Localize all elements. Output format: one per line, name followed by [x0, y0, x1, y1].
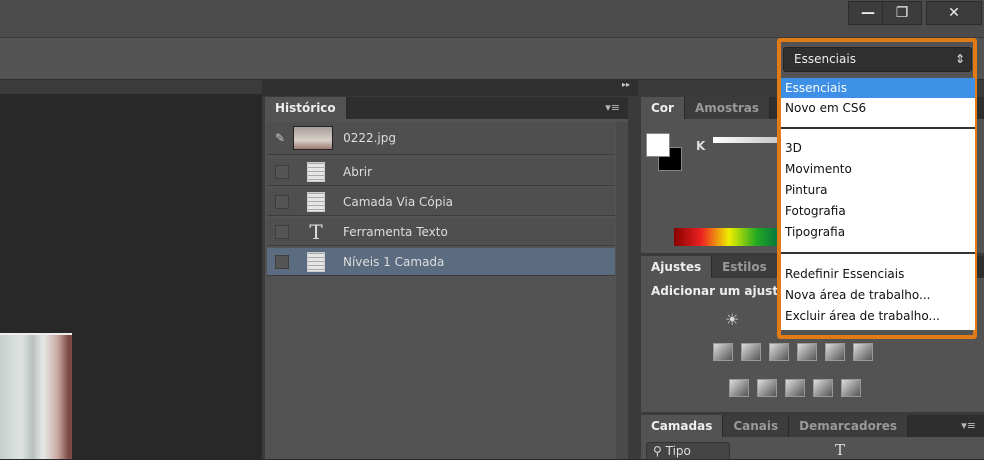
history-checkbox[interactable]	[275, 254, 289, 269]
foreground-color-swatch[interactable]	[646, 133, 670, 157]
history-item-selected[interactable]: Níveis 1 Camada	[267, 248, 615, 276]
tab-camadas[interactable]: Camadas	[641, 415, 724, 437]
restore-button[interactable]: ❐	[882, 1, 922, 25]
document-icon	[307, 161, 325, 182]
history-snapshot[interactable]: ✎ 0222.jpg	[267, 122, 615, 155]
menu-item-tipografia[interactable]: Tipografia	[781, 222, 975, 242]
title-bar: — ❐ ✕	[0, 0, 984, 38]
document-icon	[307, 251, 325, 272]
menu-item-redefinir[interactable]: Redefinir Essenciais	[781, 264, 975, 284]
snapshot-label: 0222.jpg	[343, 131, 396, 145]
posterize-icon[interactable]	[757, 379, 777, 397]
text-filter-icon[interactable]: T	[835, 441, 845, 459]
document-icon	[307, 191, 325, 212]
color-lookup-icon[interactable]	[853, 343, 873, 361]
tab-ajustes[interactable]: Ajustes	[641, 256, 713, 278]
history-item-label: Camada Via Cópia	[343, 194, 454, 209]
menu-item-pintura[interactable]: Pintura	[781, 180, 975, 200]
adjustment-icons-row-2	[725, 379, 865, 400]
text-icon: T	[309, 219, 323, 244]
menu-divider	[781, 252, 975, 254]
workspace-select[interactable]: Essenciais ⇕	[783, 47, 972, 72]
history-scrollbar[interactable]	[616, 122, 628, 459]
snapshot-thumbnail	[293, 126, 334, 150]
panel-menu-icon[interactable]: ▾≡	[961, 419, 976, 432]
layer-filter-select[interactable]: ⚲ Tipo	[646, 442, 730, 460]
filter-label: Tipo	[665, 444, 691, 458]
tab-cor[interactable]: Cor	[641, 97, 685, 119]
document-tab-strip	[0, 80, 262, 94]
menu-item-fotografia[interactable]: Fotografia	[781, 201, 975, 221]
levels-icon[interactable]	[713, 343, 733, 361]
menu-item-essenciais[interactable]: Essenciais	[781, 78, 975, 98]
black-white-icon[interactable]	[769, 343, 789, 361]
history-panel: Histórico ▾≡ ✎ 0222.jpg Abrir Camada Via…	[265, 97, 628, 459]
menu-item-excluir-area[interactable]: Excluir área de trabalho...	[781, 306, 975, 326]
select-arrows-icon: ⇕	[954, 52, 965, 66]
tab-amostras[interactable]: Amostras	[684, 97, 771, 119]
history-brush-icon[interactable]: ✎	[275, 131, 285, 145]
collapse-panels-icon[interactable]: ▸▸	[262, 80, 638, 96]
workspace-selected-label: Essenciais	[794, 52, 856, 66]
panel-menu-icon[interactable]: ▾≡	[605, 101, 620, 114]
tab-demarcadores[interactable]: Demarcadores	[789, 415, 909, 437]
menu-divider	[781, 127, 975, 129]
tab-estilos[interactable]: Estilos	[712, 256, 778, 278]
adjustment-icons-row-1	[709, 343, 877, 364]
history-item[interactable]: Abrir	[267, 158, 615, 186]
photo-filter-icon[interactable]	[797, 343, 817, 361]
workspace-dropdown: Essenciais Novo em CS6 3D Movimento Pint…	[781, 78, 975, 330]
layers-panel: Camadas Canais Demarcadores ▾≡ ⚲ Tipo T	[641, 415, 984, 460]
menu-item-movimento[interactable]: Movimento	[781, 159, 975, 179]
adjustments-title: Adicionar um ajuste	[651, 284, 787, 298]
search-icon: ⚲	[653, 444, 662, 458]
tab-canais[interactable]: Canais	[723, 415, 790, 437]
menu-item-3d[interactable]: 3D	[781, 138, 975, 158]
color-ramp[interactable]	[674, 228, 784, 246]
history-item-label: Níveis 1 Camada	[343, 254, 445, 269]
history-item-label: Ferramenta Texto	[343, 224, 448, 239]
history-item-label: Abrir	[343, 164, 373, 179]
history-item[interactable]: Camada Via Cópia	[267, 188, 615, 216]
channel-mixer-icon[interactable]	[825, 343, 845, 361]
history-checkbox[interactable]	[275, 194, 289, 209]
k-label: K	[696, 139, 706, 153]
color-balance-icon[interactable]	[741, 343, 761, 361]
tab-historico[interactable]: Histórico	[265, 97, 347, 119]
threshold-icon[interactable]	[785, 379, 805, 397]
gradient-map-icon[interactable]	[841, 379, 861, 397]
menu-item-nova-area[interactable]: Nova área de trabalho...	[781, 285, 975, 305]
canvas-image	[0, 333, 72, 459]
menu-item-novo-cs6[interactable]: Novo em CS6	[781, 98, 975, 118]
close-button[interactable]: ✕	[926, 1, 982, 25]
brightness-icon[interactable]: ☀	[725, 310, 739, 329]
history-checkbox[interactable]	[275, 164, 289, 179]
history-checkbox[interactable]	[275, 224, 289, 239]
history-item[interactable]: T Ferramenta Texto	[267, 218, 615, 246]
invert-icon[interactable]	[729, 379, 749, 397]
selective-color-icon[interactable]	[813, 379, 833, 397]
